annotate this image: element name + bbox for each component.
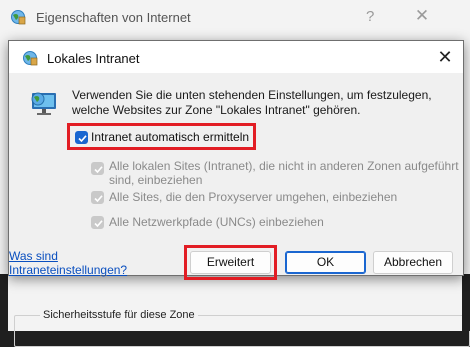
window-edge-right [462,274,470,331]
dialog-titlebar: Lokales Intranet ✕ [9,41,463,73]
internet-options-icon [11,10,26,25]
parent-titlebar: Eigenschaften von Internet ? ✕ [0,0,470,36]
checkmark-icon [78,135,87,143]
auto-detect-intranet-label[interactable]: Intranet automatisch ermitteln [91,130,249,144]
parent-help-button[interactable]: ? [366,8,374,25]
local-intranet-dialog: Lokales Intranet ✕ Verwenden Sie die unt… [8,40,464,280]
intranet-computer-icon [31,92,56,115]
include-proxy-bypass-label: Alle Sites, die den Proxyserver umgehen,… [109,190,398,204]
include-unc-paths-label: Alle Netzwerkpfade (UNCs) einbeziehen [109,215,324,229]
ok-button[interactable]: OK [285,251,366,274]
include-local-sites-checkbox [91,162,104,175]
include-proxy-bypass-checkbox [91,191,104,204]
window-edge-left [0,274,8,331]
dialog-title: Lokales Intranet [47,51,140,66]
intranet-icon [23,51,38,66]
advanced-button[interactable]: Erweitert [190,251,271,274]
parent-window-title: Eigenschaften von Internet [36,10,191,25]
checkmark-icon [94,166,103,174]
checkmark-icon [94,220,103,228]
checkmark-icon [94,195,103,203]
auto-detect-intranet-checkbox[interactable] [75,131,88,144]
intranet-settings-help-link[interactable]: Was sind Intraneteinstellungen? [9,249,149,277]
dialog-close-button[interactable]: ✕ [434,46,456,68]
security-level-group-label: Sicherheitsstufe für diese Zone [40,309,198,321]
dialog-description: Verwenden Sie die unten stehenden Einste… [72,88,432,117]
include-local-sites-label: Alle lokalen Sites (Intranet), die nicht… [109,159,459,187]
parent-close-button[interactable]: ✕ [412,6,432,28]
cancel-button[interactable]: Abbrechen [373,251,453,274]
include-unc-paths-checkbox [91,216,104,229]
